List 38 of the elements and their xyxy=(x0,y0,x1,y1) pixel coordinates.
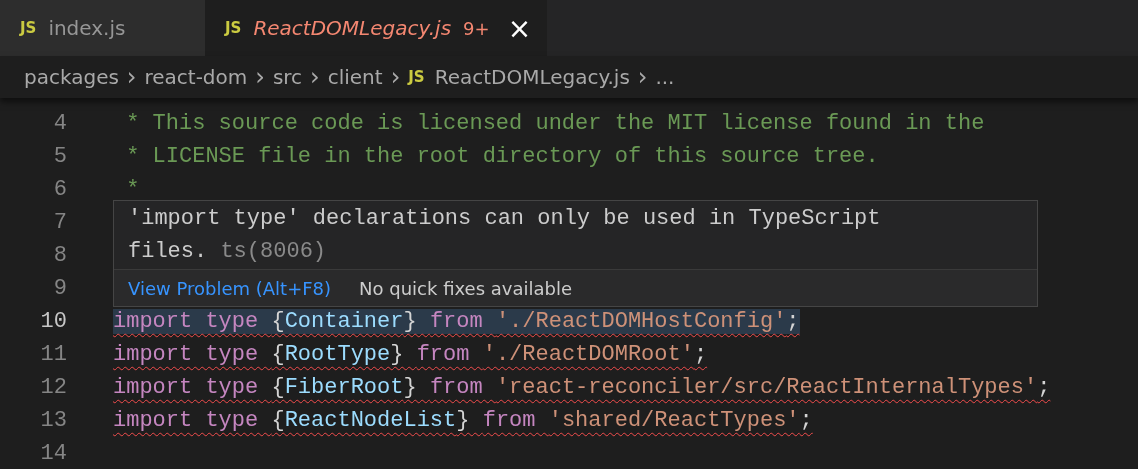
view-problem-link[interactable]: View Problem (Alt+F8) xyxy=(128,277,332,299)
breadcrumb-item[interactable]: ... xyxy=(655,65,675,89)
problem-count: 9+ xyxy=(463,17,490,39)
line-number: 11 xyxy=(39,342,67,367)
line-number: 12 xyxy=(39,375,67,400)
js-file-icon: JS xyxy=(20,19,37,37)
breadcrumb-item[interactable]: src xyxy=(272,65,303,89)
close-icon[interactable]: × xyxy=(507,11,532,45)
chevron-icon: › xyxy=(255,63,265,91)
quick-fix-note: No quick fixes available xyxy=(359,277,572,299)
breadcrumb-item[interactable]: JS ReactDOMLegacy.js xyxy=(408,65,630,89)
line-number: 5 xyxy=(52,144,67,169)
breadcrumb-item[interactable]: react-dom xyxy=(144,65,248,89)
error-message: 'import type' declarations can only be used in TypeScript files. ts(8006) xyxy=(127,205,882,266)
chevron-icon: › xyxy=(126,63,137,91)
chevron-icon: › xyxy=(390,63,401,91)
editor-tab[interactable]: JS ReactDOMLegacy.js 9+ × xyxy=(205,0,548,56)
chevron-icon: › xyxy=(310,63,320,91)
code-line: * This source code is licensed under the MIT license found in the xyxy=(125,111,985,136)
chevron-icon: › xyxy=(637,63,648,91)
line-number: 8 xyxy=(52,243,67,268)
breadcrumb-item[interactable]: client xyxy=(327,65,383,89)
line-number: 14 xyxy=(39,441,67,466)
line-number: 13 xyxy=(39,408,67,433)
line-number: 6 xyxy=(52,177,67,202)
js-file-icon: JS xyxy=(408,68,425,86)
code-line: * LICENSE file in the root directory of this source tree. xyxy=(125,144,879,169)
breadcrumb-item[interactable]: packages xyxy=(24,65,119,89)
line-number: 4 xyxy=(52,111,67,136)
js-file-icon: JS xyxy=(225,19,242,37)
code-line: import type {FiberRoot} from 'react-reconciler/src/ReactInternalTypes'; xyxy=(113,375,1051,400)
editor-tab[interactable]: JS index.js xyxy=(0,0,205,56)
code-line: import type {RootType} from './ReactDOMRoot'; xyxy=(113,342,708,367)
line-number: 9 xyxy=(52,276,67,301)
line-number: 10 xyxy=(39,309,67,334)
line-number: 7 xyxy=(52,210,67,235)
code-line: import type {ReactNodeList} from 'shared/ReactTypes'; xyxy=(113,408,813,433)
code-line: * xyxy=(125,177,140,202)
